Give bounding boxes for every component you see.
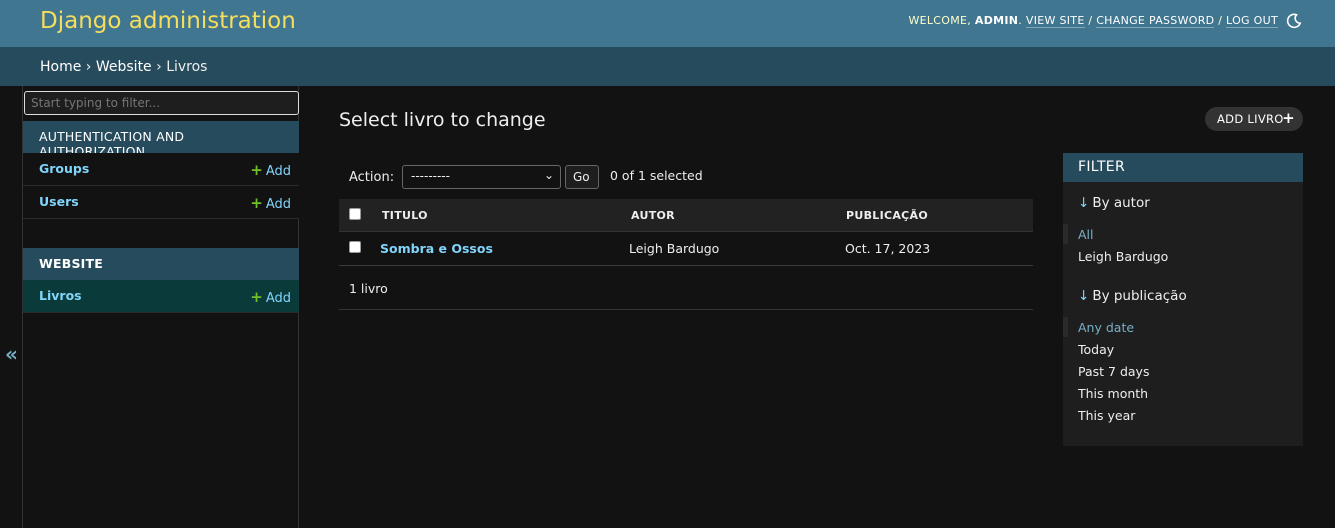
sidebar-item-users: Users + Add [23,186,299,219]
filter-option-past-7-days[interactable]: Past 7 days [1078,364,1149,379]
breadcrumb-home[interactable]: Home [40,59,81,75]
add-label: Add [265,197,291,212]
sidebar-item-groups: Groups + Add [23,153,299,186]
add-label: Add [265,291,291,306]
add-livro-label: ADD LIVRO [1217,112,1284,126]
add-groups-button[interactable]: + Add [250,161,291,179]
plus-icon: + [250,161,263,179]
user-tools: WELCOME, ADMIN. VIEW SITE / CHANGE PASSW… [908,14,1278,28]
cell-autor: Leigh Bardugo [629,241,720,256]
row-checkbox[interactable] [349,241,361,253]
action-select-value: --------- [411,169,450,183]
filter-title-label: By publicação [1092,288,1187,304]
filter-title-autor[interactable]: ↓ By autor [1078,195,1150,211]
site-title[interactable]: Django administration [40,8,296,34]
add-users-button[interactable]: + Add [250,194,291,212]
filter-option-leigh-bardugo[interactable]: Leigh Bardugo [1078,249,1168,264]
filter-heading: FILTER [1063,153,1303,182]
log-out-link[interactable]: LOG OUT [1226,14,1278,28]
filter-option-this-month[interactable]: This month [1078,386,1148,401]
column-header-titulo[interactable]: TITULO [382,209,428,222]
arrow-down-icon: ↓ [1078,195,1090,211]
add-label: Add [265,164,291,179]
model-link-groups[interactable]: Groups [39,161,89,176]
breadcrumb-current: Livros [166,59,208,75]
filter-title-label: By autor [1092,195,1150,211]
column-header-autor[interactable]: AUTOR [631,209,675,222]
separator: / [1218,14,1223,27]
breadcrumb-website[interactable]: Website [96,59,152,75]
app-caption-auth[interactable]: AUTHENTICATION AND AUTHORIZATION [23,121,299,159]
model-link-users[interactable]: Users [39,194,79,209]
action-label: Action: [349,170,395,185]
header: Django administration WELCOME, ADMIN. VI… [0,0,1335,47]
selected-indicator [1063,224,1068,244]
filter-option-today[interactable]: Today [1078,342,1114,357]
breadcrumb-separator: › [85,59,92,75]
breadcrumb-separator: › [156,59,162,75]
plus-icon: + [250,288,263,306]
add-livros-button[interactable]: + Add [250,288,291,306]
model-link-livros[interactable]: Livros [39,288,82,303]
sidebar-item-livros: Livros + Add [23,280,299,313]
action-select[interactable]: --------- ⌄ [402,165,561,189]
plus-icon: + [250,194,263,212]
moon-icon[interactable] [1286,13,1302,29]
plus-icon: + [1282,109,1295,127]
actions-bar: Action: --------- ⌄ Go 0 of 1 selected [339,161,1033,197]
selection-counter: 0 of 1 selected [610,168,703,183]
selected-indicator [1063,317,1068,337]
filter-title-publicacao[interactable]: ↓ By publicação [1078,288,1187,304]
welcome-text: WELCOME, [908,14,972,27]
page-title: Select livro to change [339,109,546,131]
change-password-link[interactable]: CHANGE PASSWORD [1096,14,1215,28]
paginator: 1 livro [339,268,1033,310]
view-site-link[interactable]: VIEW SITE [1025,14,1085,28]
nav-filter-input[interactable] [24,91,299,115]
livro-link[interactable]: Sombra e Ossos [380,241,493,256]
column-header-publicacao[interactable]: PUBLICAÇÃO [846,209,928,222]
table-header: TITULO AUTOR PUBLICAÇÃO [339,199,1033,232]
arrow-down-icon: ↓ [1078,288,1090,304]
select-all-checkbox[interactable] [349,208,361,220]
separator: / [1088,14,1093,27]
add-livro-button[interactable]: ADD LIVRO + [1205,107,1303,131]
breadcrumb: Home › Website › Livros [0,47,1335,86]
app-caption-website[interactable]: WEBSITE [23,248,299,280]
filter-option-this-year[interactable]: This year [1078,408,1135,423]
go-button[interactable]: Go [565,165,599,189]
nav-sidebar: AUTHENTICATION AND AUTHORIZATION Groups … [22,86,299,528]
collapse-sidebar-button[interactable]: « [5,342,18,366]
chevron-down-icon: ⌄ [543,168,554,182]
filter-option-all[interactable]: All [1078,227,1094,242]
filter-panel: FILTER ↓ By autor All Leigh Bardugo ↓ By p… [1063,153,1303,446]
filter-option-any-date[interactable]: Any date [1078,320,1134,335]
table-row: Sombra e Ossos Leigh Bardugo Oct. 17, 20… [339,232,1033,266]
username: ADMIN [974,14,1019,27]
cell-publicacao: Oct. 17, 2023 [845,241,931,256]
